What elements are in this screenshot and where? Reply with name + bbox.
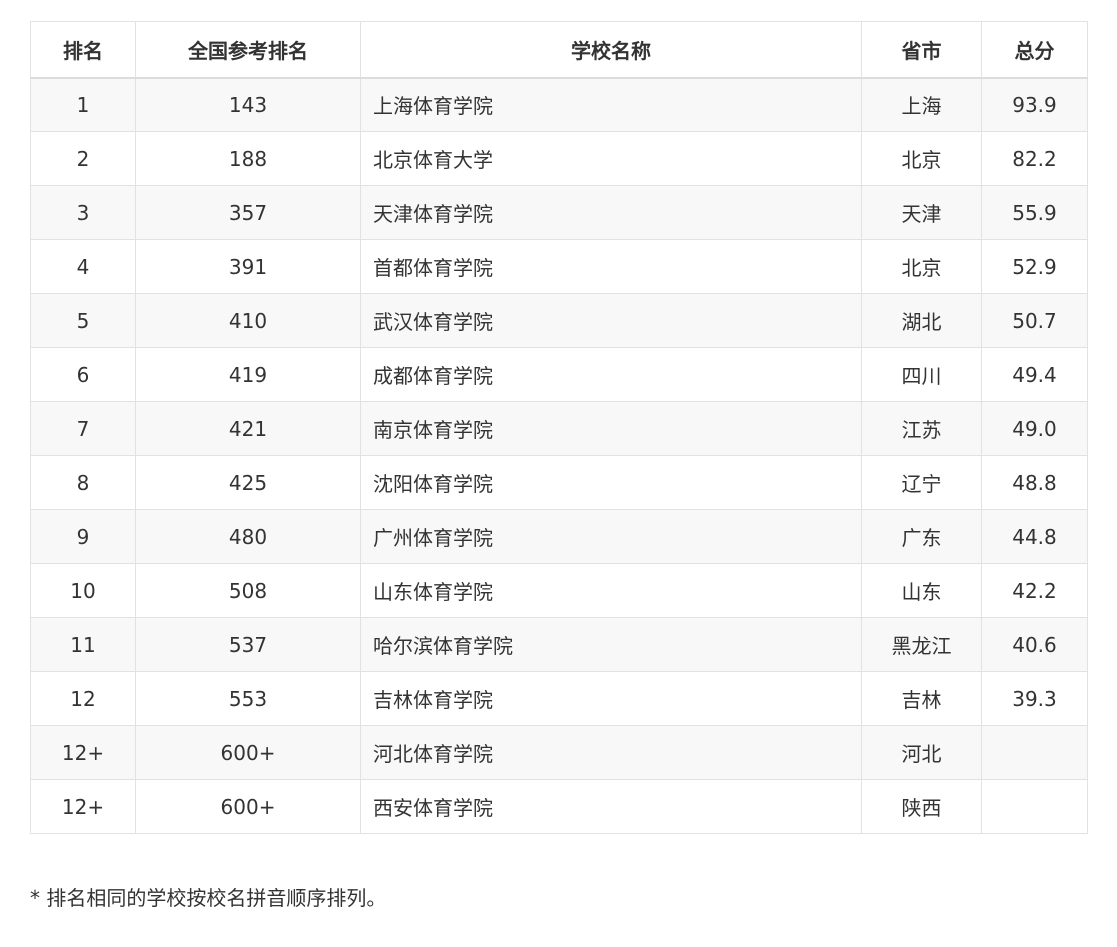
header-national-rank: 全国参考排名 bbox=[135, 21, 361, 79]
cell-rank: 12 bbox=[30, 671, 136, 726]
cell-national-rank: 553 bbox=[135, 671, 361, 726]
cell-school: 北京体育大学 bbox=[360, 131, 862, 186]
table-row: 11 537 哈尔滨体育学院 黑龙江 40.6 bbox=[30, 617, 1088, 672]
header-rank: 排名 bbox=[30, 21, 136, 79]
cell-score: 42.2 bbox=[981, 563, 1088, 618]
ranking-table: 排名 全国参考排名 学校名称 省市 总分 1 143 上海体育学院 上海 93.9 2 18… bbox=[30, 21, 1088, 834]
cell-province: 北京 bbox=[861, 131, 982, 186]
table-header: 排名 全国参考排名 学校名称 省市 总分 bbox=[30, 21, 1088, 79]
cell-province: 吉林 bbox=[861, 671, 982, 726]
cell-national-rank: 391 bbox=[135, 239, 361, 294]
cell-rank: 11 bbox=[30, 617, 136, 672]
cell-score: 44.8 bbox=[981, 509, 1088, 564]
footnote: * 排名相同的学校按校名拼音顺序排列。 bbox=[30, 886, 387, 910]
cell-rank: 12+ bbox=[30, 725, 136, 780]
cell-school: 山东体育学院 bbox=[360, 563, 862, 618]
cell-score: 49.4 bbox=[981, 347, 1088, 402]
cell-school: 上海体育学院 bbox=[360, 77, 862, 132]
cell-national-rank: 508 bbox=[135, 563, 361, 618]
table-row: 5 410 武汉体育学院 湖北 50.7 bbox=[30, 293, 1088, 348]
cell-province: 广东 bbox=[861, 509, 982, 564]
table-row: 9 480 广州体育学院 广东 44.8 bbox=[30, 509, 1088, 564]
cell-rank: 1 bbox=[30, 77, 136, 132]
cell-rank: 5 bbox=[30, 293, 136, 348]
cell-rank: 8 bbox=[30, 455, 136, 510]
cell-school: 南京体育学院 bbox=[360, 401, 862, 456]
cell-national-rank: 537 bbox=[135, 617, 361, 672]
cell-school: 广州体育学院 bbox=[360, 509, 862, 564]
cell-national-rank: 425 bbox=[135, 455, 361, 510]
cell-province: 辽宁 bbox=[861, 455, 982, 510]
cell-score bbox=[981, 779, 1088, 834]
cell-province: 上海 bbox=[861, 77, 982, 132]
cell-school: 武汉体育学院 bbox=[360, 293, 862, 348]
cell-school: 西安体育学院 bbox=[360, 779, 862, 834]
cell-province: 黑龙江 bbox=[861, 617, 982, 672]
header-row: 排名 全国参考排名 学校名称 省市 总分 bbox=[30, 21, 1088, 79]
cell-school: 沈阳体育学院 bbox=[360, 455, 862, 510]
table-row: 3 357 天津体育学院 天津 55.9 bbox=[30, 185, 1088, 240]
cell-national-rank: 600+ bbox=[135, 725, 361, 780]
table-row: 1 143 上海体育学院 上海 93.9 bbox=[30, 77, 1088, 132]
cell-score: 39.3 bbox=[981, 671, 1088, 726]
cell-score: 50.7 bbox=[981, 293, 1088, 348]
cell-rank: 9 bbox=[30, 509, 136, 564]
cell-score bbox=[981, 725, 1088, 780]
table-row: 8 425 沈阳体育学院 辽宁 48.8 bbox=[30, 455, 1088, 510]
cell-score: 49.0 bbox=[981, 401, 1088, 456]
cell-school: 天津体育学院 bbox=[360, 185, 862, 240]
cell-national-rank: 357 bbox=[135, 185, 361, 240]
cell-school: 成都体育学院 bbox=[360, 347, 862, 402]
table-row: 2 188 北京体育大学 北京 82.2 bbox=[30, 131, 1088, 186]
header-province: 省市 bbox=[861, 21, 982, 79]
table-row: 12 553 吉林体育学院 吉林 39.3 bbox=[30, 671, 1088, 726]
cell-province: 江苏 bbox=[861, 401, 982, 456]
cell-national-rank: 419 bbox=[135, 347, 361, 402]
cell-national-rank: 410 bbox=[135, 293, 361, 348]
cell-rank: 6 bbox=[30, 347, 136, 402]
cell-province: 湖北 bbox=[861, 293, 982, 348]
cell-province: 陕西 bbox=[861, 779, 982, 834]
cell-rank: 2 bbox=[30, 131, 136, 186]
cell-province: 河北 bbox=[861, 725, 982, 780]
cell-rank: 7 bbox=[30, 401, 136, 456]
cell-national-rank: 421 bbox=[135, 401, 361, 456]
cell-province: 北京 bbox=[861, 239, 982, 294]
cell-rank: 12+ bbox=[30, 779, 136, 834]
cell-school: 首都体育学院 bbox=[360, 239, 862, 294]
table-row: 12+ 600+ 西安体育学院 陕西 bbox=[30, 779, 1088, 834]
cell-school: 哈尔滨体育学院 bbox=[360, 617, 862, 672]
table-row: 4 391 首都体育学院 北京 52.9 bbox=[30, 239, 1088, 294]
cell-score: 93.9 bbox=[981, 77, 1088, 132]
cell-school: 吉林体育学院 bbox=[360, 671, 862, 726]
header-score: 总分 bbox=[981, 21, 1088, 79]
cell-school: 河北体育学院 bbox=[360, 725, 862, 780]
table-row: 7 421 南京体育学院 江苏 49.0 bbox=[30, 401, 1088, 456]
header-school: 学校名称 bbox=[360, 21, 862, 79]
cell-national-rank: 600+ bbox=[135, 779, 361, 834]
cell-score: 82.2 bbox=[981, 131, 1088, 186]
cell-national-rank: 480 bbox=[135, 509, 361, 564]
cell-score: 48.8 bbox=[981, 455, 1088, 510]
table-row: 12+ 600+ 河北体育学院 河北 bbox=[30, 725, 1088, 780]
cell-rank: 10 bbox=[30, 563, 136, 618]
table-row: 10 508 山东体育学院 山东 42.2 bbox=[30, 563, 1088, 618]
cell-score: 40.6 bbox=[981, 617, 1088, 672]
cell-province: 四川 bbox=[861, 347, 982, 402]
table-row: 6 419 成都体育学院 四川 49.4 bbox=[30, 347, 1088, 402]
cell-score: 52.9 bbox=[981, 239, 1088, 294]
cell-province: 天津 bbox=[861, 185, 982, 240]
table-body: 1 143 上海体育学院 上海 93.9 2 188 北京体育大学 北京 82.2 3 357 天津体育… bbox=[30, 77, 1088, 834]
cell-national-rank: 188 bbox=[135, 131, 361, 186]
cell-province: 山东 bbox=[861, 563, 982, 618]
cell-rank: 4 bbox=[30, 239, 136, 294]
cell-national-rank: 143 bbox=[135, 77, 361, 132]
cell-score: 55.9 bbox=[981, 185, 1088, 240]
cell-rank: 3 bbox=[30, 185, 136, 240]
